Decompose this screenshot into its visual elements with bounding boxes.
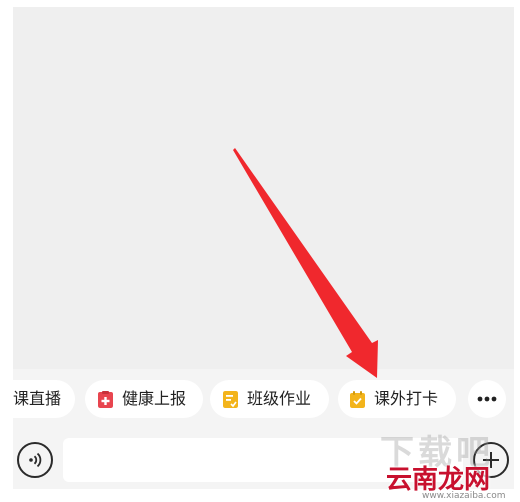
more-dots-icon (477, 396, 497, 402)
message-input[interactable] (63, 438, 463, 482)
quick-action-label: 班级作业 (247, 389, 312, 408)
quick-action-class-homework[interactable]: 班级作业 (210, 380, 329, 418)
checkin-calendar-icon (350, 390, 365, 408)
quick-action-extracurricular-checkin[interactable]: 课外打卡 (338, 380, 456, 418)
voice-icon (29, 452, 42, 468)
quick-action-bar[interactable]: 课直播 健康上报 班级作业 课外打卡 (13, 369, 514, 431)
homework-icon (223, 390, 238, 408)
plus-button[interactable] (473, 442, 509, 478)
message-input-bar (13, 431, 514, 489)
quick-action-label: 课外打卡 (374, 389, 439, 408)
quick-action-health-report[interactable]: 健康上报 (85, 380, 203, 418)
more-actions-button[interactable] (468, 380, 506, 418)
right-edge-strip (514, 0, 520, 502)
quick-action-label: 课直播 (13, 389, 62, 408)
voice-input-button[interactable] (17, 442, 53, 478)
plus-icon (483, 452, 499, 468)
quick-action-live-class[interactable]: 课直播 (13, 380, 75, 418)
quick-action-label: 健康上报 (122, 389, 187, 408)
app-screen: 课直播 健康上报 班级作业 课外打卡 下载吧 云南龙网 www.xiazaiba… (0, 0, 520, 502)
chat-message-area[interactable] (13, 7, 514, 369)
watermark-url: www.xiazaiba.com (422, 491, 506, 501)
health-report-icon (98, 390, 113, 408)
